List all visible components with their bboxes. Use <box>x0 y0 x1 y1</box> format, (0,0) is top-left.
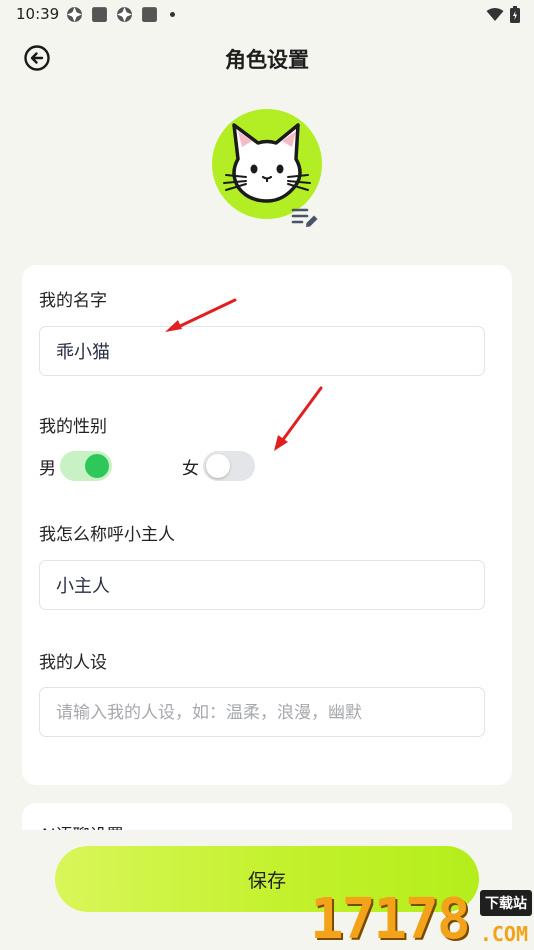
site-watermark-logo: 17178 下载站 .COM <box>308 888 534 950</box>
watermark-domain: .COM <box>479 922 528 946</box>
white-cat-avatar <box>223 123 311 203</box>
status-time: 10:39 <box>16 5 60 23</box>
square-icon <box>142 7 157 22</box>
screen: 10:39 角色设置 我的名字 乖小猫 我的性别 男 女 我怎么称呼小主人 小主… <box>0 0 534 950</box>
annotation-arrow-icon <box>165 298 237 332</box>
avatar[interactable] <box>212 109 322 219</box>
status-system-icons <box>486 6 520 23</box>
ai-chat-settings-card: AI语聊设置 <box>22 803 512 830</box>
status-notification-icons <box>66 6 175 23</box>
battery-icon <box>510 6 520 23</box>
name-input[interactable] <box>39 326 485 376</box>
watermark-badge: 下载站 <box>480 890 532 916</box>
gender-options: 男 女 <box>39 451 485 485</box>
status-bar: 10:39 <box>0 0 534 28</box>
wifi-icon <box>486 8 504 21</box>
persona-input[interactable] <box>39 687 485 737</box>
annotation-arrow-icon <box>274 386 323 451</box>
gender-male-switch[interactable] <box>60 451 112 481</box>
page-title: 角色设置 <box>225 48 309 72</box>
address-user-input[interactable] <box>39 560 485 610</box>
name-label: 我的名字 <box>39 291 107 311</box>
gender-label: 我的性别 <box>39 417 107 437</box>
persona-label: 我的人设 <box>39 653 107 673</box>
app-notification-icon <box>67 7 82 22</box>
gender-female-switch[interactable] <box>203 451 255 481</box>
app-notification-icon <box>117 7 132 22</box>
dot-icon <box>170 12 175 17</box>
gender-option-male[interactable]: 男 <box>39 451 112 481</box>
ai-chat-settings-title: AI语聊设置 <box>39 821 124 830</box>
gender-male-label: 男 <box>39 458 56 479</box>
gender-option-female[interactable]: 女 <box>182 451 255 481</box>
gender-female-label: 女 <box>182 458 199 479</box>
character-settings-card: 我的名字 我的性别 男 女 我怎么称呼小主人 我的人设 <box>22 265 512 785</box>
square-icon <box>92 7 107 22</box>
address-user-label: 我怎么称呼小主人 <box>39 525 175 545</box>
watermark-digits: 17178 <box>310 887 471 950</box>
edit-list-icon[interactable] <box>290 205 320 231</box>
